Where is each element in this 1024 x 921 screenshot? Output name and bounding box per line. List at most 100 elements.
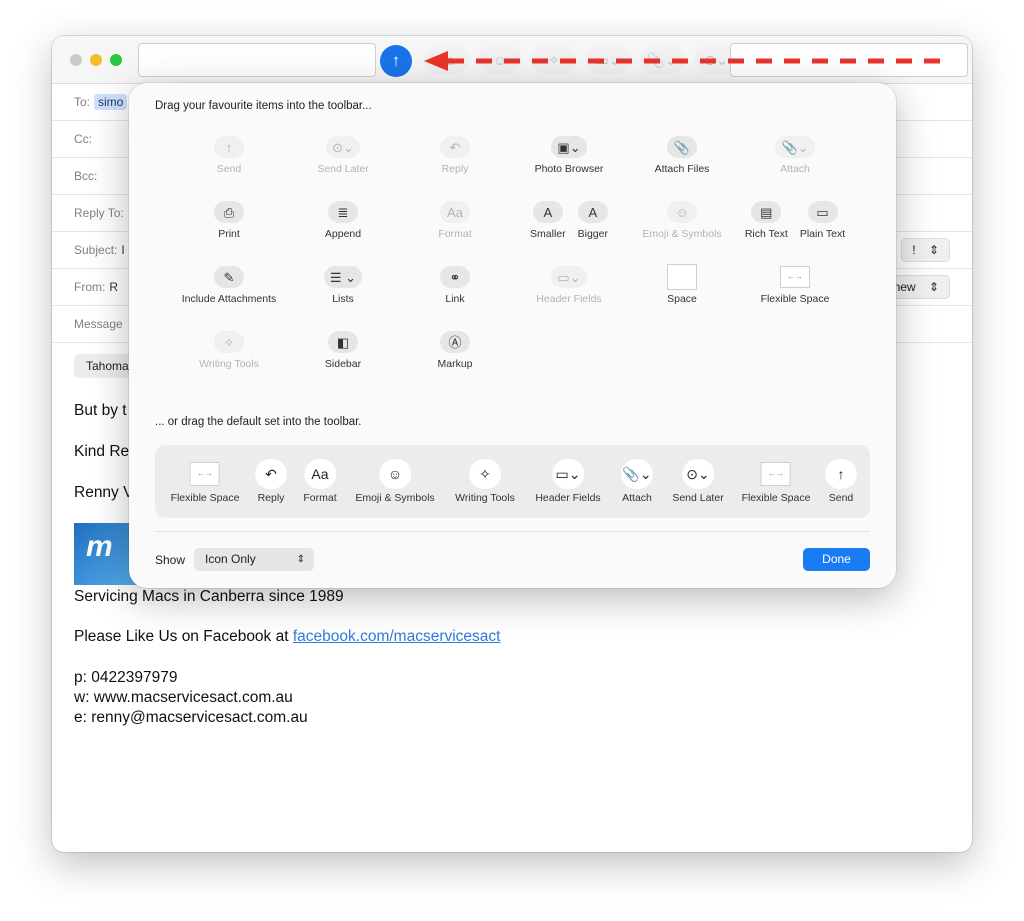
toolbar-item-label: Reply	[441, 163, 469, 175]
toolbar-item-label: Attach Files	[654, 163, 710, 175]
body-line: Kind Re	[74, 443, 130, 460]
toolbar-item-label: Rich Text	[744, 228, 788, 240]
email-line: e: renny@macservicesact.com.au	[74, 709, 308, 726]
toolbar-item-flexible-space[interactable]: ←→ Flexible Space	[739, 265, 851, 306]
toolbar-item-attach-files[interactable]: 📎 Attach Files	[626, 135, 738, 176]
link-icon: ⚭	[440, 266, 470, 288]
toolbar-item-label: Append	[324, 228, 362, 240]
show-label: Show	[155, 553, 186, 567]
toolbar-item-label: Photo Browser	[534, 163, 604, 175]
toolbar-item-append[interactable]: ≣ Append	[287, 200, 399, 241]
phone-line: p: 0422397979	[74, 669, 178, 686]
body-line: But by t	[74, 402, 127, 419]
web-line: w: www.macservicesact.com.au	[74, 689, 293, 706]
default-item-reply: ↶ Reply	[255, 459, 287, 504]
default-set-bar[interactable]: ←→ Flexible Space ↶ Reply Aa Format ☺ Emoji & S…	[155, 445, 870, 518]
space-icon	[667, 264, 697, 290]
bigger-icon: A	[577, 201, 608, 223]
send-icon: ↑	[825, 459, 857, 489]
reply-icon: ↶	[255, 459, 287, 489]
window-toolbar: ↑ Aa ☺ ✧ ▭⌄ 📎⌄ ⊙⌄	[52, 36, 972, 84]
toolbar-item-space[interactable]: Space	[626, 264, 738, 306]
header-fields-icon: ▭⌄	[551, 266, 587, 288]
to-label: To:	[74, 95, 91, 109]
include-attachments-icon: ✎	[214, 266, 244, 288]
from-value[interactable]: R	[109, 280, 118, 294]
toolbar-item-label: Send	[216, 163, 242, 175]
toolbar-item-header-fields[interactable]: ▭⌄ Header Fields	[513, 265, 625, 306]
toolbar-item-label: Lists	[332, 293, 354, 305]
facebook-prefix: Please Like Us on Facebook at	[74, 628, 293, 645]
toolbar-item-label: Header Fields	[536, 293, 602, 305]
show-mode-value: Icon Only	[205, 552, 256, 566]
toolbar-item-label: Smaller	[530, 228, 566, 240]
send-later-icon: ⊙⌄	[682, 459, 714, 489]
header-fields-icon: ▭⌄	[552, 459, 584, 489]
done-button[interactable]: Done	[803, 548, 870, 571]
toolbar-item-print[interactable]: ⎙ Print	[173, 200, 285, 241]
writing-tools-icon: ✧	[469, 459, 501, 489]
toolbar-item-label: Bigger	[577, 228, 608, 240]
toolbar-item-attach[interactable]: 📎⌄ Attach	[739, 135, 851, 176]
priority-popup[interactable]: ! ⇕	[901, 238, 950, 262]
toolbar-item-include-attachments[interactable]: ✎ Include Attachments	[173, 265, 285, 306]
toolbar-item-label: Link	[445, 293, 465, 305]
default-item-label: Send Later	[672, 492, 724, 504]
toolbar-item-label: Format	[438, 228, 472, 240]
toolbar-item-writing-tools[interactable]: ✧ Writing Tools	[173, 330, 285, 371]
default-item-label: Header Fields	[535, 492, 601, 504]
recipient-chip[interactable]: simo	[94, 94, 128, 110]
toolbar-item-photo-browser[interactable]: ▣⌄ Photo Browser	[513, 135, 625, 176]
sidebar-icon: ◧	[328, 331, 358, 353]
subject-value[interactable]: I	[121, 243, 124, 257]
default-item-label: Writing Tools	[455, 492, 515, 504]
toolbar-item-lists[interactable]: ☰ ⌄ Lists	[287, 265, 399, 306]
toolbar-item-reply[interactable]: ↶ Reply	[399, 135, 511, 176]
toolbar-item-rich-text-plain-text[interactable]: ▤ Rich Text ▭ Plain Text	[739, 200, 851, 241]
flexible-space-icon: ←→	[780, 266, 810, 288]
markup-icon: Ⓐ	[440, 331, 470, 353]
default-item-label: Reply	[257, 492, 285, 504]
zoom-window-button[interactable]	[110, 54, 122, 66]
toolbar-item-link[interactable]: ⚭ Link	[399, 265, 511, 306]
default-item-label: Flexible Space	[741, 492, 811, 504]
default-item-label: Emoji & Symbols	[355, 492, 435, 504]
lists-icon: ☰ ⌄	[323, 266, 363, 288]
format-icon: Aa	[440, 201, 470, 223]
attach-files-icon: 📎	[667, 136, 697, 158]
show-mode-select[interactable]: Icon Only ⇕	[194, 548, 314, 571]
cc-label: Cc:	[74, 132, 92, 146]
toolbar-item-label: Emoji & Symbols	[642, 228, 722, 240]
toolbar-item-format[interactable]: Aa Format	[399, 200, 511, 241]
reply-icon: ↶	[440, 136, 470, 158]
toolbar-item-markup[interactable]: Ⓐ Markup	[399, 330, 511, 371]
default-item-emoji-symbols: ☺ Emoji & Symbols	[355, 459, 435, 504]
facebook-link[interactable]: facebook.com/macservicesact	[293, 628, 501, 645]
message-label: Message	[74, 317, 123, 331]
toolbar-item-send[interactable]: ↑ Send	[173, 135, 285, 176]
append-icon: ≣	[328, 201, 358, 223]
send-later-icon: ⊙⌄	[326, 136, 360, 158]
updown-chevron-icon: ⇕	[928, 280, 939, 294]
toolbar-item-label: Space	[667, 293, 697, 305]
close-window-button[interactable]	[70, 54, 82, 66]
toolbar-item-smaller-bigger[interactable]: A Smaller A Bigger	[513, 200, 625, 241]
minimize-window-button[interactable]	[90, 54, 102, 66]
emoji-symbols-icon: ☺	[667, 201, 697, 223]
toolbar-item-emoji-symbols[interactable]: ☺ Emoji & Symbols	[626, 200, 738, 241]
signature-value: new	[893, 280, 916, 294]
toolbar-item-label: Attach	[780, 163, 810, 175]
toolbar-item-label: Include Attachments	[181, 293, 277, 305]
default-item-header-fields: ▭⌄ Header Fields	[535, 459, 601, 504]
toolbar-item-sidebar[interactable]: ◧ Sidebar	[287, 330, 399, 371]
default-item-writing-tools: ✧ Writing Tools	[455, 459, 515, 504]
default-item-label: Format	[303, 492, 337, 504]
sheet-title: Drag your favourite items into the toolb…	[155, 100, 372, 112]
toolbar-item-label: Send Later	[317, 163, 369, 175]
default-item-send: ↑ Send	[825, 459, 857, 504]
toolbar-drop-area-left	[138, 43, 376, 77]
send-arrow-icon: ↑	[391, 51, 401, 70]
default-item-label: Send	[828, 492, 854, 504]
toolbar-item-send-later[interactable]: ⊙⌄ Send Later	[287, 135, 399, 176]
toolbar-send-button[interactable]: ↑	[380, 45, 412, 77]
